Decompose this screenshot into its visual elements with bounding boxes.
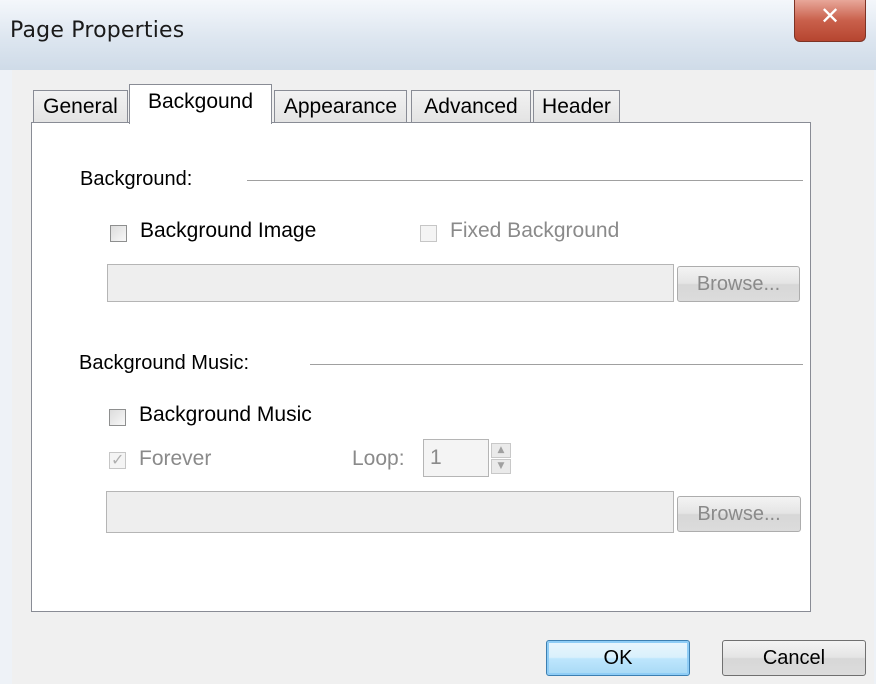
close-button[interactable]: ✕ xyxy=(794,0,866,42)
background-tab-panel: Background: Background Image Fixed Backg… xyxy=(31,122,811,612)
page-properties-dialog: Page Properties ✕ General Backgound Appe… xyxy=(0,0,876,684)
music-group-divider xyxy=(310,364,803,365)
tab-header[interactable]: Header xyxy=(533,90,620,123)
title-bar[interactable]: Page Properties ✕ xyxy=(0,0,876,70)
close-icon: ✕ xyxy=(819,2,841,30)
fixed-background-checkbox[interactable] xyxy=(420,225,437,242)
tab-general[interactable]: General xyxy=(33,90,128,123)
dialog-client-area: General Backgound Appearance Advanced He… xyxy=(12,70,874,684)
loop-up-icon[interactable]: ▲ xyxy=(491,443,511,458)
background-music-checkbox[interactable] xyxy=(109,409,126,426)
background-music-browse-button[interactable]: Browse... xyxy=(677,496,801,532)
background-image-path-field[interactable] xyxy=(107,264,674,302)
ok-button[interactable]: OK xyxy=(546,640,690,676)
forever-label[interactable]: Forever xyxy=(139,447,211,471)
loop-down-icon[interactable]: ▼ xyxy=(491,459,511,474)
background-image-label[interactable]: Background Image xyxy=(140,219,316,243)
tab-appearance[interactable]: Appearance xyxy=(274,90,407,123)
background-image-checkbox[interactable] xyxy=(110,225,127,242)
background-group-divider xyxy=(247,180,803,181)
background-group-label: Background: xyxy=(80,168,193,190)
music-group-label: Background Music: xyxy=(79,352,250,374)
background-music-label[interactable]: Background Music xyxy=(139,403,312,427)
checkmark-icon: ✓ xyxy=(111,450,125,469)
window-title: Page Properties xyxy=(10,18,185,43)
tab-background[interactable]: Backgound xyxy=(129,84,272,124)
background-image-browse-button[interactable]: Browse... xyxy=(677,266,800,302)
tab-advanced[interactable]: Advanced xyxy=(411,90,531,123)
cancel-button[interactable]: Cancel xyxy=(722,640,866,676)
loop-label: Loop: xyxy=(352,447,405,470)
loop-count-input[interactable]: 1 xyxy=(423,439,489,477)
background-music-path-field[interactable] xyxy=(106,491,674,533)
forever-checkbox[interactable]: ✓ xyxy=(109,450,126,469)
fixed-background-label[interactable]: Fixed Background xyxy=(450,219,619,243)
